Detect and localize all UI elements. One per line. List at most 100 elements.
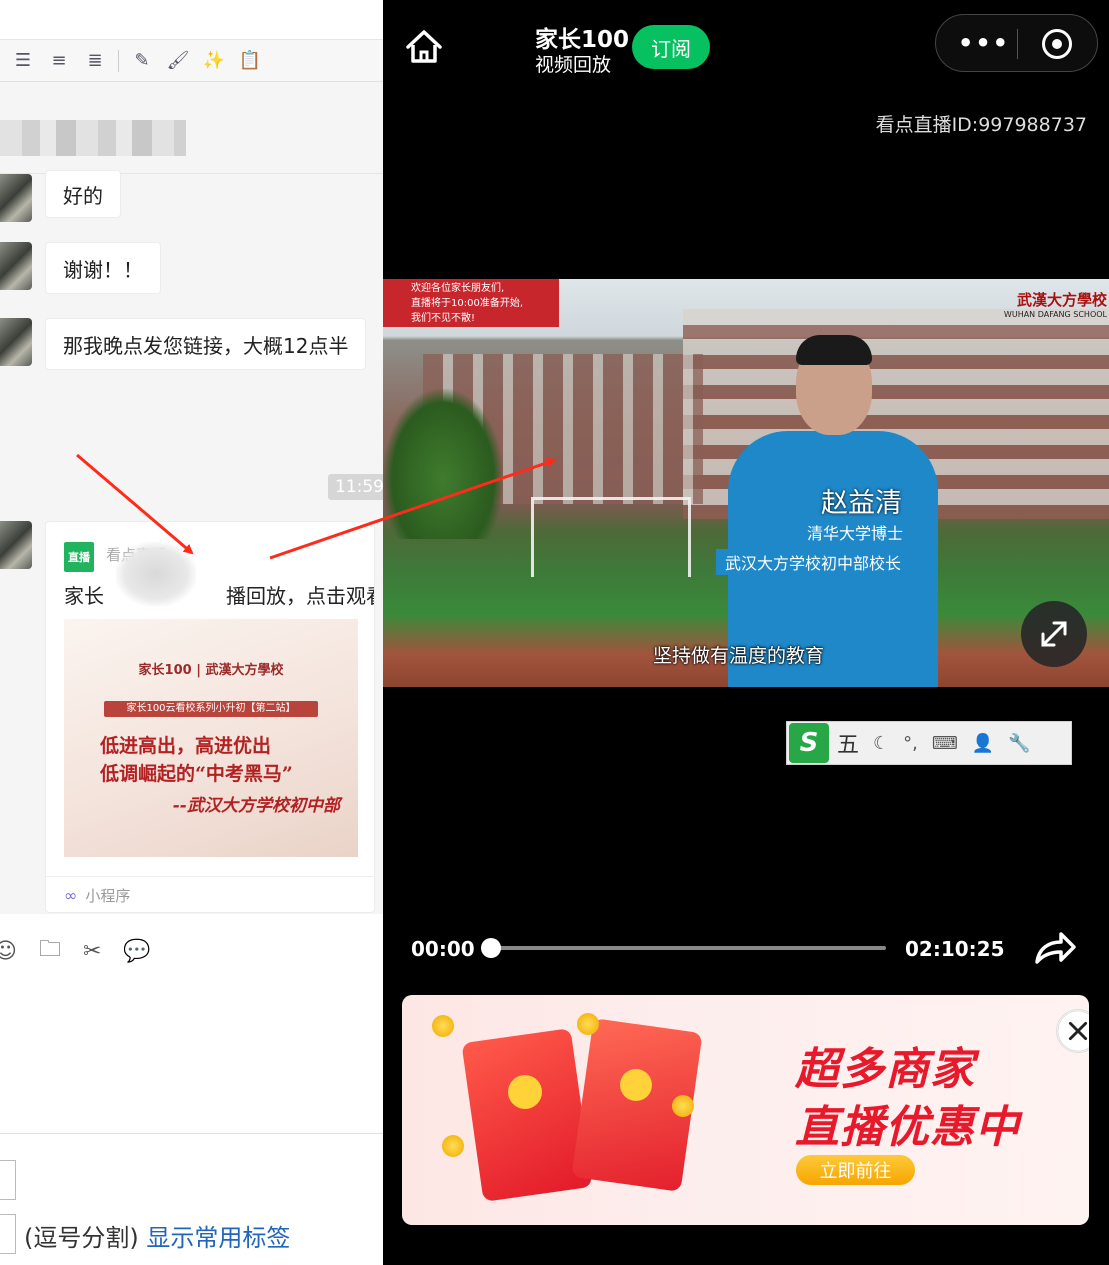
school-name-cn: 武漢大方學校 [1016, 291, 1107, 309]
punctuation-icon[interactable]: °, [903, 733, 918, 754]
target-circle-icon[interactable] [1042, 29, 1072, 59]
message-bubble: 谢谢！！ [45, 242, 161, 294]
speaker-hair [796, 335, 872, 365]
eraser-icon[interactable]: ✎ [129, 48, 155, 74]
chat-window: ☰ ≡ ≣ ✎ 🖌 ✨ 📋 好的 谢谢！！ 那我晚点发您链接，大概12点半 11… [0, 0, 383, 1265]
speaker-title-1: 清华大学博士 [798, 519, 913, 545]
progress-track[interactable] [481, 938, 886, 958]
mini-program-label: 小程序 [85, 887, 131, 905]
blurred-area [116, 542, 196, 606]
progress-thumb[interactable] [481, 938, 501, 958]
notice-line: 直播将于10:00准备开始, [411, 298, 523, 309]
moon-icon[interactable]: ☾ [873, 733, 889, 754]
tag-input-box[interactable] [0, 1160, 16, 1200]
cover-headline-2: 低调崛起的“中考黑马” [100, 763, 293, 785]
cover-headline-1: 低进高出，高进优出 [100, 735, 272, 757]
tag-input-box[interactable] [0, 1214, 16, 1254]
blurred-contact-name [0, 120, 186, 156]
video-trees [383, 389, 503, 539]
chat-header [0, 82, 383, 174]
red-envelope-image [461, 1028, 593, 1202]
coin-icon [432, 1015, 454, 1037]
emoji-icon[interactable]: ☺ [0, 939, 17, 964]
brush-icon[interactable]: 🖌 [165, 48, 191, 74]
ad-headline-1: 超多商家 [795, 1044, 975, 1095]
tags-hint: (逗号分割) [24, 1224, 139, 1252]
speaker-name: 赵益清 [821, 488, 902, 519]
capsule-divider [1017, 29, 1018, 59]
tags-row: (逗号分割) 显示常用标签 [24, 1218, 290, 1253]
coin-icon [577, 1013, 599, 1035]
play-coin-icon [508, 1075, 542, 1109]
coin-icon [442, 1135, 464, 1157]
ad-banner[interactable]: 超多商家 直播优惠中 立即前往 [402, 995, 1089, 1225]
mini-program-title: 家长 播回放，点击观看 [64, 580, 375, 609]
video-player[interactable]: 欢迎各位家长朋友们, 直播将于10:00准备开始, 我们不见不散! 武漢大方學校… [383, 279, 1109, 687]
video-soccer-goal [531, 497, 691, 577]
mini-program-icon: ∞ [64, 886, 78, 905]
speaker-title-2: 武汉大方学校初中部校长 [716, 549, 911, 575]
mini-program-card[interactable]: 直播 看点直播 家长播回放，点击观看 家长100 | 武漢大方學校 家长100云… [45, 521, 375, 913]
message-timestamp: 11:59 [328, 474, 383, 500]
notice-line: 欢迎各位家长朋友们, [411, 283, 505, 294]
notice-line: 我们不见不散! [411, 313, 476, 324]
align-right-icon[interactable]: ≣ [82, 48, 108, 74]
school-logo: 武漢大方學校 WUHAN DAFANG SCHOOL [1004, 289, 1107, 319]
cover-logos: 家长100 | 武漢大方學校 [138, 663, 284, 678]
magic-wand-icon[interactable]: ✨ [201, 48, 227, 74]
video-notice: 欢迎各位家长朋友们, 直播将于10:00准备开始, 我们不见不散! [383, 279, 559, 327]
mini-program-footer: ∞ 小程序 [46, 876, 374, 912]
message-bubble: 好的 [45, 170, 121, 218]
show-common-tags-link[interactable]: 显示常用标签 [146, 1224, 290, 1252]
avatar[interactable] [0, 242, 32, 290]
toolbar-divider [118, 49, 119, 72]
home-icon[interactable] [403, 26, 445, 68]
message-list: 好的 谢谢！！ 那我晚点发您链接，大概12点半 11:59 直播 看点直播 家长… [0, 170, 383, 914]
player-controls: 00:00 02:10:25 [383, 920, 1109, 976]
share-arrow-icon[interactable] [1033, 928, 1077, 968]
app-title: 家长100 [535, 27, 630, 53]
live-logo-icon: 直播 [64, 542, 94, 572]
subscribe-button[interactable]: 订阅 [632, 25, 710, 69]
cover-headline-3: --武汉大方学校初中部 [172, 796, 340, 816]
coin-icon [672, 1095, 694, 1117]
video-subtitle: 坚持做有温度的教育 [653, 645, 825, 667]
live-id: 看点直播ID:997988737 [875, 114, 1087, 136]
window-top-bar [0, 0, 383, 40]
user-icon[interactable]: 👤 [972, 733, 994, 754]
input-toolbar: ☺ 🗀 ✂ 💬 [0, 914, 383, 988]
current-time: 00:00 [411, 937, 475, 961]
keyboard-icon[interactable]: ⌨ [932, 733, 958, 754]
avatar[interactable] [0, 174, 32, 222]
wrench-icon[interactable]: 🔧 [1008, 733, 1030, 754]
expand-icon[interactable] [1021, 601, 1087, 667]
ad-headline-2: 直播优惠中 [795, 1102, 1020, 1153]
tag-input-area: (逗号分割) 显示常用标签 [0, 1133, 383, 1265]
ime-mode[interactable]: 五 [837, 727, 859, 759]
school-name-en: WUHAN DAFANG SCHOOL [1003, 310, 1107, 319]
menu-capsule: ••• [935, 14, 1098, 72]
title-suffix: 播回放，点击观看 [226, 584, 375, 608]
ad-go-button[interactable]: 立即前往 [796, 1155, 915, 1185]
play-coin-icon [620, 1069, 652, 1101]
avatar[interactable] [0, 318, 32, 366]
message-bubble: 那我晚点发您链接，大概12点半 [45, 318, 367, 370]
title-prefix: 家长 [64, 584, 104, 608]
mini-program-cover: 家长100 | 武漢大方學校 家长100云看校系列小升初【第二站】 低进高出，高… [64, 619, 358, 857]
more-dots-icon[interactable]: ••• [958, 29, 1010, 57]
scissors-icon[interactable]: ✂ [83, 939, 101, 964]
close-icon[interactable] [1056, 1009, 1089, 1053]
input-method-bar: S 五 ☾ °, ⌨ 👤 🔧 [786, 721, 1072, 765]
mini-program-window: 家长100 视频回放 订阅 ••• 看点直播ID:997988737 欢迎各位家… [383, 0, 1109, 1265]
paste-text-icon[interactable]: 📋 [237, 48, 263, 74]
avatar[interactable] [0, 521, 32, 569]
cover-tag: 家长100云看校系列小升初【第二站】 [104, 701, 318, 717]
folder-icon[interactable]: 🗀 [39, 932, 61, 970]
sogou-logo-icon[interactable]: S [789, 723, 829, 763]
align-center-icon[interactable]: ≡ [46, 48, 72, 74]
total-time: 02:10:25 [905, 937, 1005, 961]
app-subtitle: 视频回放 [535, 54, 612, 76]
editor-toolbar: ☰ ≡ ≣ ✎ 🖌 ✨ 📋 [0, 40, 383, 82]
align-left-icon[interactable]: ☰ [10, 48, 36, 74]
chat-bubble-icon[interactable]: 💬 [123, 939, 150, 964]
